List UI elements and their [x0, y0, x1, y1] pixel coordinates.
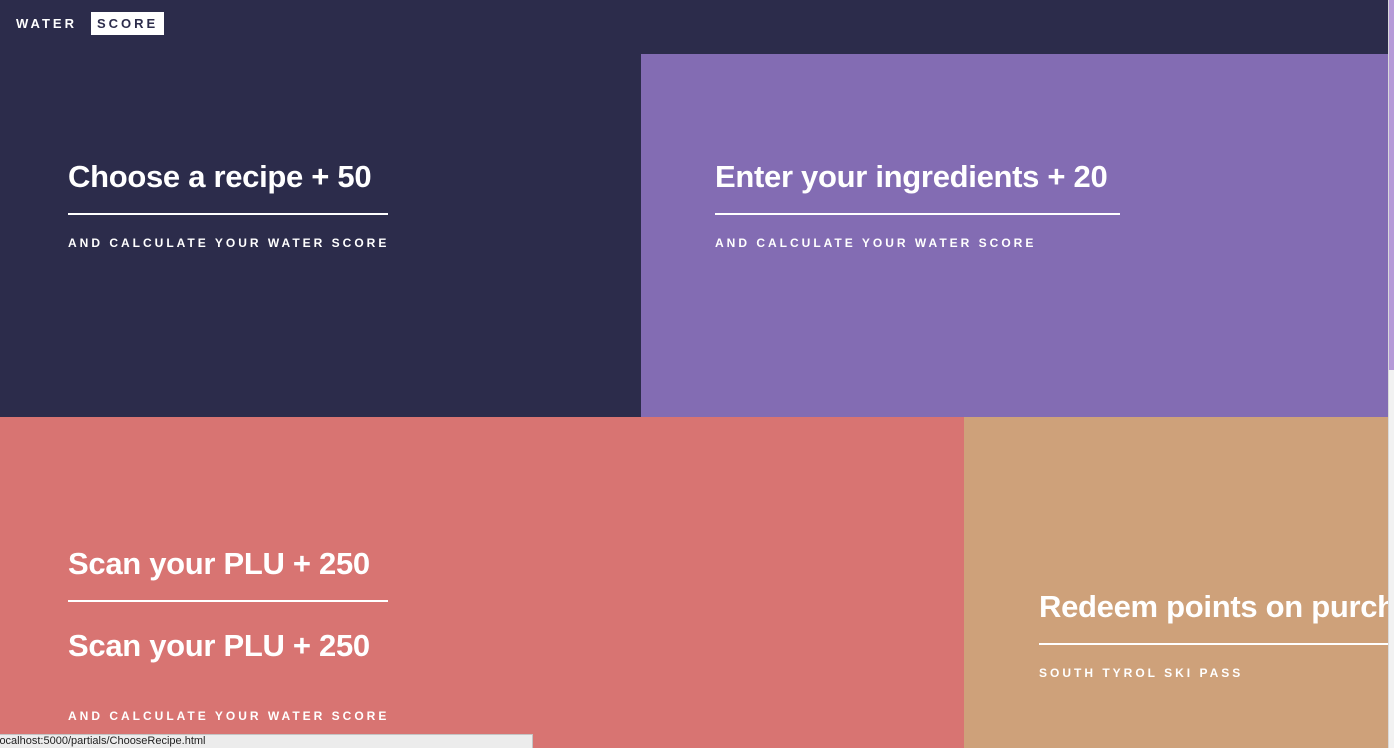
tile-subtitle: SOUTH TYROL SKI PASS: [1039, 666, 1244, 680]
logo-word-water: WATER: [16, 16, 77, 31]
tile-title-repeat: Scan your PLU + 250: [68, 628, 370, 663]
tile-scan-plu[interactable]: Scan your PLU + 250 Scan your PLU + 250 …: [0, 417, 964, 748]
tile-title: Enter your ingredients + 20: [715, 159, 1108, 194]
tile-title: Redeem points on purch: [1039, 589, 1388, 624]
tile-choose-recipe[interactable]: Choose a recipe + 50 AND CALCULATE YOUR …: [0, 54, 641, 417]
tile-enter-ingredients[interactable]: Enter your ingredients + 20 AND CALCULAT…: [641, 54, 1388, 417]
title-underline: [68, 600, 388, 602]
water-score-logo[interactable]: WATER SCORE: [16, 12, 165, 35]
title-underline: [715, 213, 1120, 215]
logo-word-score: SCORE: [90, 12, 165, 35]
edge-accent: [1389, 0, 1394, 370]
tile-subtitle: AND CALCULATE YOUR WATER SCORE: [715, 236, 1037, 250]
window-right-edge: [1388, 0, 1394, 748]
tile-subtitle: AND CALCULATE YOUR WATER SCORE: [68, 236, 390, 250]
title-underline: [1039, 643, 1388, 645]
title-underline: [68, 213, 388, 215]
tile-redeem-points[interactable]: Redeem points on purch SOUTH TYROL SKI P…: [964, 417, 1388, 748]
link-status-bar: localhost:5000/partials/ChooseRecipe.htm…: [0, 734, 533, 748]
tile-title: Scan your PLU + 250: [68, 546, 370, 581]
tile-title: Choose a recipe + 50: [68, 159, 372, 194]
tile-subtitle: AND CALCULATE YOUR WATER SCORE: [68, 709, 390, 723]
top-header: WATER SCORE: [0, 0, 1388, 54]
